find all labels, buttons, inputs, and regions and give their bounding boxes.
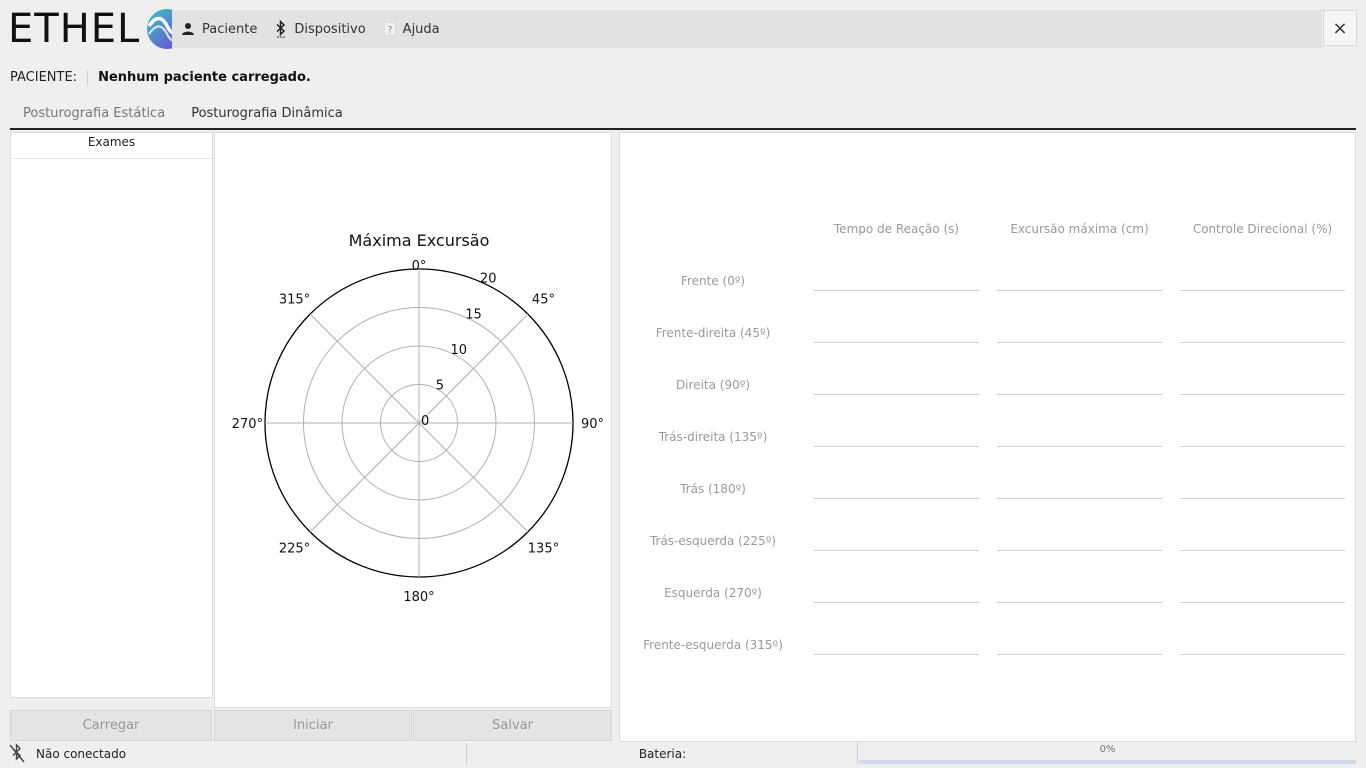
results-row-label: Frente (0º) [680, 274, 746, 288]
results-cell [997, 375, 1162, 395]
battery-label: Bateria: [468, 743, 858, 765]
chart-title: Máxima Excursão [349, 231, 490, 250]
results-row-label: Trás-direita (135º) [658, 430, 768, 444]
angle-label: 225° [279, 541, 310, 556]
svg-text:?: ? [387, 26, 392, 36]
results-cell [814, 375, 979, 395]
polar-spoke [418, 422, 529, 533]
results-row-label: Direita (90º) [675, 378, 751, 392]
tab-bar: Posturografia Estática Posturografia Din… [10, 101, 356, 130]
patient-label: PACIENTE: [10, 69, 89, 85]
results-row-label: Frente-esquerda (315º) [643, 638, 783, 652]
menu-dispositivo-label: Dispositivo [294, 21, 366, 37]
close-button[interactable]: × [1323, 10, 1357, 46]
logo-text: ETHEL [8, 6, 141, 52]
polar-spoke [309, 422, 420, 533]
polar-chart-panel: Máxima Excursão 0 5 10 15 20 0° 45° 90° 135° 180° 2… [214, 132, 612, 708]
help-icon: ? [383, 22, 396, 36]
results-cell [997, 427, 1162, 447]
save-button[interactable]: Salvar [413, 710, 612, 741]
angle-label: 270° [232, 417, 263, 432]
exams-header: Exames [11, 133, 212, 159]
results-cell [814, 583, 979, 603]
results-cell [1180, 323, 1345, 343]
patient-info: PACIENTE: Nenhum paciente carregado. [10, 66, 311, 88]
results-cell [1180, 635, 1345, 655]
connection-status-text: Não conectado [36, 747, 127, 761]
angle-label: 135° [528, 541, 559, 556]
results-column-header: Tempo de Reação (s) [833, 222, 960, 236]
results-cell [997, 323, 1162, 343]
battery-progress: 0% [859, 744, 1356, 764]
results-table: Tempo de Reação (s) Excursão máxima (cm) C… [619, 132, 1356, 742]
exams-footer [10, 698, 213, 708]
exams-list[interactable]: Exames [10, 132, 213, 698]
results-column-header: Excursão máxima (cm) [1010, 222, 1149, 236]
results-cell [1180, 479, 1345, 499]
menu-ajuda[interactable]: ? Ajuda [375, 10, 449, 48]
results-row-label: Esquerda (270º) [664, 586, 762, 600]
menu-dispositivo[interactable]: Dispositivo [266, 10, 374, 48]
results-cell [814, 635, 979, 655]
bluetooth-icon [275, 20, 287, 38]
start-button[interactable]: Iniciar [214, 710, 412, 741]
close-icon: × [1332, 17, 1348, 39]
bluetooth-disconnected-icon [8, 742, 26, 767]
results-row-label: Frente-direita (45º) [655, 326, 771, 340]
radial-tick-label: 15 [465, 307, 482, 322]
tab-posturografia-estatica[interactable]: Posturografia Estática [10, 101, 178, 130]
angle-label: 315° [279, 293, 310, 308]
results-cell [814, 479, 979, 499]
angle-label: 180° [403, 590, 434, 605]
results-cell [814, 323, 979, 343]
status-bar: Não conectado Bateria: 0% [0, 742, 1366, 768]
menu-paciente-label: Paciente [202, 21, 258, 37]
results-cell [814, 427, 979, 447]
results-cell [1180, 583, 1345, 603]
results-row-label: Trás-esquerda (225º) [649, 534, 777, 548]
menu-ajuda-label: Ajuda [402, 21, 440, 37]
polar-spoke [309, 313, 420, 424]
results-cell [1180, 531, 1345, 551]
patient-value: Nenhum paciente carregado. [98, 69, 311, 85]
menu-bar: Paciente Dispositivo ? Ajuda [172, 10, 1322, 48]
load-button[interactable]: Carregar [10, 710, 212, 741]
angle-label: 90° [581, 417, 604, 432]
battery-track [859, 760, 1356, 764]
results-cell [997, 531, 1162, 551]
connection-status: Não conectado [8, 742, 467, 767]
results-cell [1180, 375, 1345, 395]
results-cell [814, 531, 979, 551]
tab-posturografia-dinamica[interactable]: Posturografia Dinâmica [178, 101, 356, 130]
radial-tick-label: 10 [450, 343, 467, 358]
results-cell [1180, 427, 1345, 447]
angle-label: 45° [532, 293, 555, 308]
polar-spoke [418, 313, 529, 424]
results-cell [997, 479, 1162, 499]
person-icon [181, 22, 195, 36]
results-row-label: Trás (180º) [680, 482, 746, 496]
radial-tick-label: 20 [480, 272, 497, 287]
results-cell [997, 635, 1162, 655]
tab-underline [10, 128, 1356, 130]
results-cell [997, 271, 1162, 291]
radial-tick-label: 0 [421, 414, 429, 429]
polar-chart: Máxima Excursão 0 5 10 15 20 0° 45° 90° 135° 180° 2… [232, 231, 604, 605]
angle-label: 0° [412, 259, 427, 274]
results-cell [1180, 271, 1345, 291]
results-cell [997, 583, 1162, 603]
app-logo: ETHEL [8, 8, 188, 50]
menu-paciente[interactable]: Paciente [172, 10, 266, 48]
panel-splitter[interactable] [613, 132, 618, 742]
battery-percent-text: 0% [1099, 744, 1116, 755]
radial-tick-label: 5 [436, 378, 444, 393]
results-cell [814, 271, 979, 291]
app-header: ETHEL Paciente Dispositivo ? Ajuda × [0, 0, 1366, 58]
results-column-header: Controle Direcional (%) [1192, 222, 1333, 236]
